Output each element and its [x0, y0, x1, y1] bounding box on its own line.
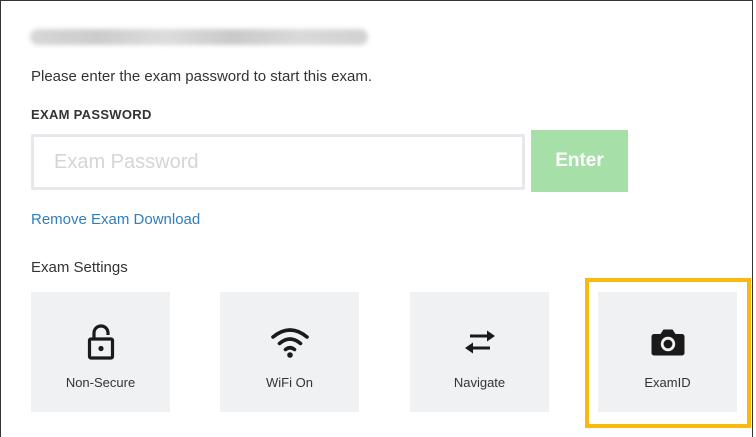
unlocked-padlock-icon — [87, 324, 114, 360]
exam-password-label: EXAM PASSWORD — [31, 107, 152, 122]
exam-start-panel: Please enter the exam password to start … — [0, 0, 753, 437]
setting-tile-wifi[interactable]: WiFi On — [220, 292, 359, 412]
setting-tile-label: WiFi On — [266, 375, 313, 390]
exam-password-input[interactable] — [31, 134, 525, 190]
camera-icon — [651, 329, 684, 356]
blurred-exam-title — [30, 29, 368, 45]
setting-tile-examid[interactable]: ExamID — [598, 292, 737, 412]
setting-tile-label: ExamID — [644, 375, 691, 390]
setting-tile-label: Non-Secure — [65, 375, 136, 390]
exam-settings-heading: Exam Settings — [31, 259, 128, 276]
enter-button[interactable]: Enter — [531, 130, 628, 192]
setting-tile-label: Navigate — [453, 375, 506, 390]
setting-tile-non-secure[interactable]: Non-Secure — [31, 292, 170, 412]
swap-arrows-icon — [464, 330, 495, 354]
setting-tile-navigate[interactable]: Navigate — [410, 292, 549, 412]
wifi-icon — [270, 328, 309, 358]
remove-exam-download-link[interactable]: Remove Exam Download — [31, 211, 200, 228]
instruction-text: Please enter the exam password to start … — [31, 68, 372, 85]
